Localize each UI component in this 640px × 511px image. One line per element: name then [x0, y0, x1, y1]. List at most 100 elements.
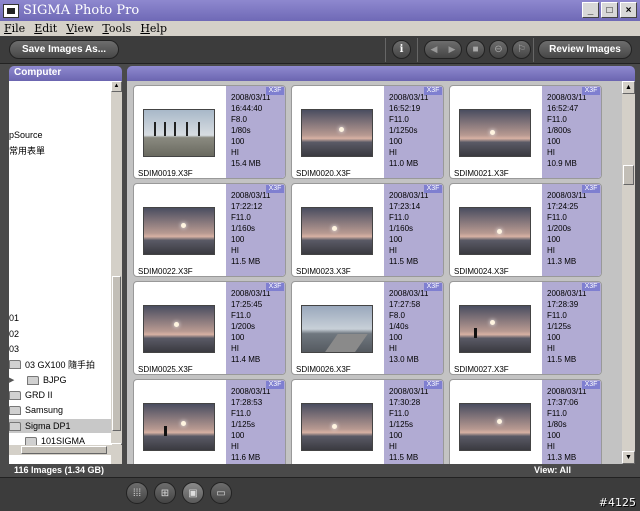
- meta-quality: HI: [389, 148, 397, 157]
- flag-icon: ⚐: [517, 44, 526, 55]
- menu-help[interactable]: Help: [140, 22, 167, 35]
- small-thumbnails-button[interactable]: ⁞⁞⁞: [126, 482, 148, 504]
- minimize-button[interactable]: _: [582, 2, 599, 18]
- meta-size: 11.5 MB: [231, 257, 261, 266]
- meta-quality: HI: [389, 246, 397, 255]
- photo-thumbnail[interactable]: [143, 403, 215, 451]
- meta-iso: 100: [231, 333, 245, 342]
- file-type-badge: X3F: [424, 283, 442, 291]
- meta-size: 11.5 MB: [547, 355, 577, 364]
- file-name: SDIM0025.X3F: [138, 365, 193, 374]
- tree-item[interactable]: GRD II: [9, 388, 111, 402]
- photo-thumbnail[interactable]: [459, 207, 531, 255]
- expand-arrow-icon[interactable]: ▶: [9, 376, 17, 384]
- folder-tree[interactable]: pSource 常用表單 01 02 03 03 GX100 隨手拍 ▶ BJPG…: [9, 81, 111, 464]
- image-thumbnail-card[interactable]: 2008/03/11 17:28:39 F11.0 1/125s 100 HI 11.5 M…: [449, 281, 602, 375]
- tree-item[interactable]: 02: [9, 327, 111, 341]
- scroll-thumb[interactable]: [21, 446, 107, 454]
- close-button[interactable]: ×: [620, 2, 637, 18]
- image-thumbnail-card[interactable]: 2008/03/11 17:30:28 F11.0 1/125s 100 HI 11.5 M…: [291, 379, 444, 464]
- image-thumbnail-card[interactable]: 2008/03/11 16:52:47 F11.0 1/800s 100 HI 10.9 M…: [449, 85, 602, 179]
- meta-shutter: 1/125s: [389, 420, 414, 429]
- photo-sun: [497, 229, 502, 234]
- rotate-buttons[interactable]: ◀ ▶: [424, 40, 462, 59]
- medium-thumbnails-button[interactable]: ⊞: [154, 482, 176, 504]
- file-name: SDIM0020.X3F: [296, 169, 351, 178]
- tree-item[interactable]: 03: [9, 342, 111, 356]
- meta-aperture: F11.0: [231, 409, 251, 418]
- meta-quality: HI: [547, 344, 555, 353]
- meta-shutter: 1/160s: [231, 224, 256, 233]
- tree-item[interactable]: 01: [9, 311, 111, 325]
- toolbar-divider: [385, 38, 386, 62]
- scroll-up-icon[interactable]: ▲: [111, 81, 122, 92]
- image-thumbnail-card[interactable]: 2008/03/11 17:23:14 F11.0 1/160s 100 HI 11.5 M…: [291, 183, 444, 277]
- photo-thumbnail[interactable]: [143, 305, 215, 353]
- tree-item[interactable]: ▶ BJPG: [9, 373, 111, 387]
- photo-palm: [174, 122, 176, 136]
- flag-button[interactable]: ⚐: [512, 40, 531, 59]
- scroll-thumb[interactable]: [623, 165, 634, 185]
- photo-thumbnail[interactable]: [459, 305, 531, 353]
- meta-time: 17:22:12: [231, 202, 263, 211]
- folder-tree-hscrollbar[interactable]: [9, 445, 122, 455]
- photo-thumbnail[interactable]: [459, 403, 531, 451]
- single-image-button[interactable]: ▣: [182, 482, 204, 504]
- maximize-button[interactable]: □: [601, 2, 618, 18]
- file-name: SDIM0026.X3F: [296, 365, 351, 374]
- photo-figure: [474, 328, 477, 338]
- image-thumbnail-card[interactable]: 2008/03/11 16:44:40 F8.0 1/80s 100 HI 15.4 MB X…: [133, 85, 286, 179]
- menu-edit[interactable]: Edit: [34, 22, 57, 35]
- thumbnail-grid[interactable]: 2008/03/11 16:44:40 F8.0 1/80s 100 HI 15.4 MB X…: [127, 81, 622, 464]
- image-thumbnail-card[interactable]: 2008/03/11 17:24:25 F11.0 1/200s 100 HI 11.3 M…: [449, 183, 602, 277]
- tree-item[interactable]: 常用表單: [9, 143, 111, 157]
- tree-item[interactable]: pSource: [9, 128, 111, 142]
- photo-thumbnail[interactable]: [301, 109, 373, 157]
- photo-palm: [198, 122, 200, 136]
- menu-view[interactable]: View: [66, 22, 93, 35]
- watermark: #4125: [598, 496, 636, 509]
- thumbnail-vscrollbar[interactable]: ▲ ▼: [622, 81, 635, 464]
- tree-item[interactable]: 03 GX100 隨手拍: [9, 357, 111, 371]
- meta-time: 17:28:53: [231, 398, 263, 407]
- photo-thumbnail[interactable]: [301, 403, 373, 451]
- image-metadata: 2008/03/11 17:28:53 F11.0 1/125s 100 HI 11.6 M…: [226, 380, 285, 464]
- menu-bar: File Edit View Tools Help: [0, 21, 640, 36]
- lock-button[interactable]: ⊖: [489, 40, 508, 59]
- tree-item[interactable]: Samsung: [9, 403, 111, 417]
- image-thumbnail-card[interactable]: 2008/03/11 16:52:19 F11.0 1/1250s 100 HI 11.0 …: [291, 85, 444, 179]
- photo-sky: [460, 110, 530, 156]
- meta-size: 11.5 MB: [389, 453, 419, 462]
- image-thumbnail-card[interactable]: 2008/03/11 17:22:12 F11.0 1/160s 100 HI 11.5 M…: [133, 183, 286, 277]
- photo-sky: [460, 306, 530, 352]
- image-thumbnail-card[interactable]: 2008/03/11 17:28:53 F11.0 1/125s 100 HI 11.6 M…: [133, 379, 286, 464]
- app-camera-icon[interactable]: [3, 3, 19, 18]
- photo-thumbnail[interactable]: [301, 305, 373, 353]
- folder-tree-vscrollbar[interactable]: ▲ ▼: [111, 81, 122, 464]
- image-thumbnail-card[interactable]: 2008/03/11 17:37:06 F11.0 1/80s 100 HI 11.3 MB…: [449, 379, 602, 464]
- meta-shutter: 1/125s: [547, 322, 572, 331]
- save-images-as-button[interactable]: Save Images As...: [9, 40, 119, 59]
- menu-tools[interactable]: Tools: [102, 22, 131, 35]
- meta-aperture: F8.0: [231, 115, 248, 124]
- delete-button[interactable]: ■: [466, 40, 485, 59]
- photo-thumbnail[interactable]: [301, 207, 373, 255]
- menu-file[interactable]: File: [4, 22, 25, 35]
- scroll-down-icon[interactable]: ▼: [622, 451, 635, 464]
- photo-thumbnail[interactable]: [459, 109, 531, 157]
- meta-shutter: 1/80s: [547, 420, 567, 429]
- rotate-left-icon[interactable]: ◀: [431, 44, 438, 55]
- photo-thumbnail[interactable]: [143, 109, 215, 157]
- details-view-button[interactable]: ▭: [210, 482, 232, 504]
- review-images-button[interactable]: Review Images: [538, 40, 632, 59]
- meta-quality: HI: [231, 344, 239, 353]
- scroll-up-icon[interactable]: ▲: [622, 81, 635, 94]
- image-thumbnail-card[interactable]: 2008/03/11 17:27:58 F8.0 1/40s 100 HI 13.0 MB X…: [291, 281, 444, 375]
- rotate-right-icon[interactable]: ▶: [449, 44, 456, 55]
- photo-thumbnail[interactable]: [143, 207, 215, 255]
- photo-sun: [339, 127, 344, 132]
- image-thumbnail-card[interactable]: 2008/03/11 17:25:45 F11.0 1/200s 100 HI 11.4 M…: [133, 281, 286, 375]
- tree-item-selected[interactable]: Sigma DP1: [9, 419, 111, 433]
- info-button[interactable]: i: [392, 40, 411, 59]
- scroll-thumb[interactable]: [112, 276, 121, 431]
